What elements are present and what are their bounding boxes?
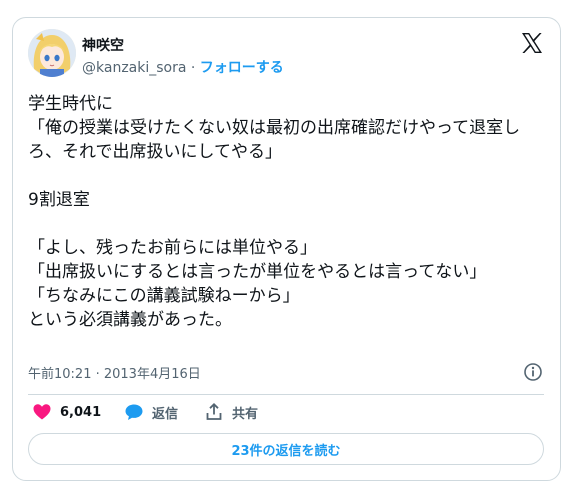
divider <box>28 394 544 395</box>
like-count: 6,041 <box>60 404 102 420</box>
follow-button[interactable]: フォローする <box>200 60 284 76</box>
display-name[interactable]: 神咲空 <box>82 35 124 55</box>
tweet-timestamp[interactable]: 午前10:21 · 2013年4月16日 <box>28 363 201 382</box>
heart-icon <box>33 404 51 420</box>
like-button[interactable]: 6,041 <box>32 402 101 422</box>
speech-bubble-icon <box>125 404 143 420</box>
reply-button[interactable]: 返信 <box>124 402 178 422</box>
x-logo-icon[interactable] <box>520 31 544 55</box>
handle-row: @kanzaki_sora · フォローする <box>82 57 284 77</box>
separator-dot: · <box>190 60 196 76</box>
share-button[interactable]: 共有 <box>204 402 258 422</box>
share-icon <box>206 403 222 420</box>
tweet-text: 学生時代に 「俺の授業は受けたくない奴は最初の出席確認だけやって退室しろ、それで… <box>28 94 521 330</box>
read-replies-button[interactable]: 23件の返信を読む <box>28 433 544 465</box>
user-handle[interactable]: @kanzaki_sora <box>82 60 186 76</box>
avatar[interactable] <box>28 29 76 77</box>
info-icon[interactable] <box>523 362 543 382</box>
reply-label: 返信 <box>152 406 179 422</box>
share-label: 共有 <box>232 406 259 422</box>
read-replies-label: 23件の返信を読む <box>231 443 341 459</box>
